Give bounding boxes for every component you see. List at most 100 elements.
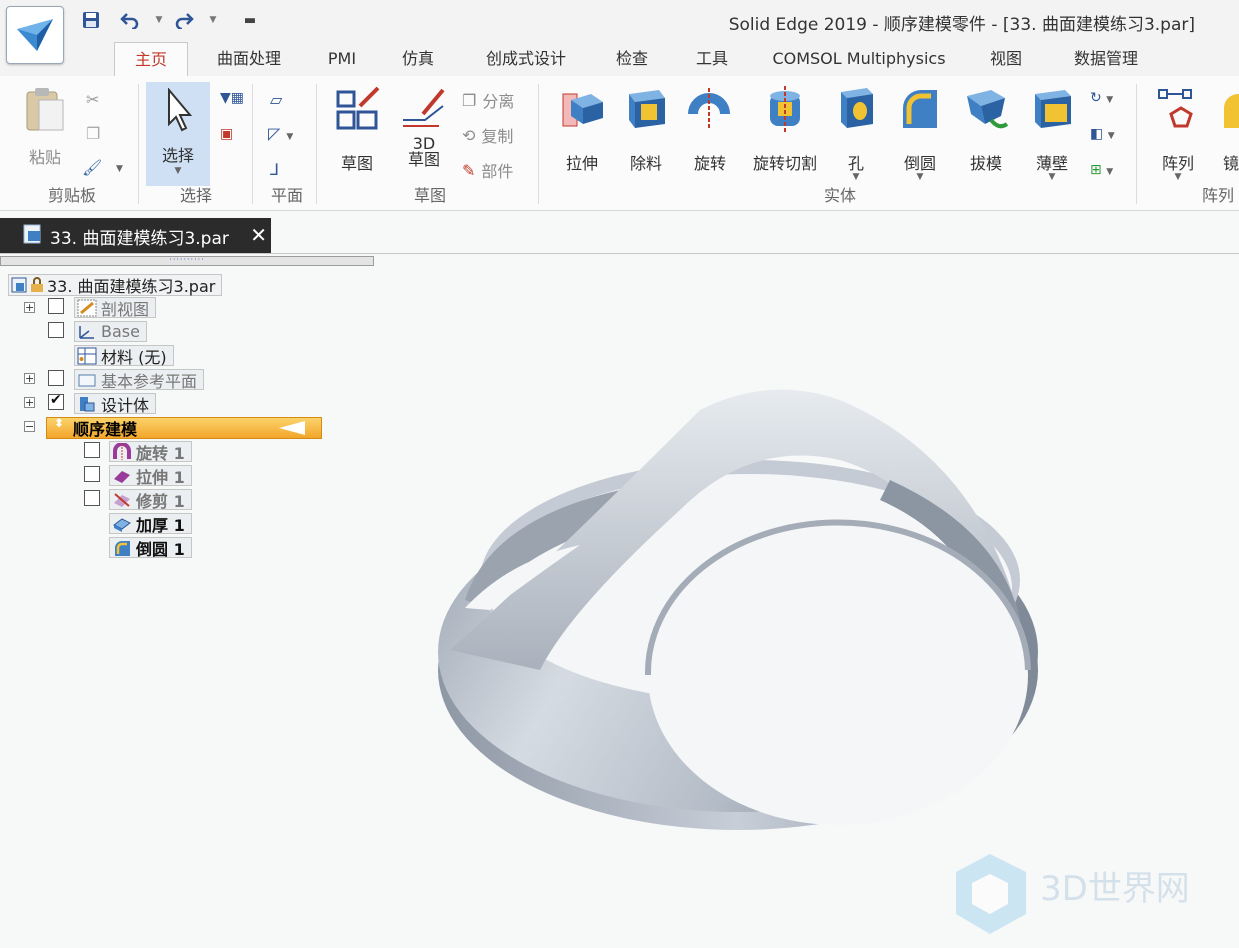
window-title: Solid Edge 2019 - 顺序建模零件 - [33. 曲面建模练习3.… [728, 15, 1195, 35]
visibility-checkbox[interactable] [84, 490, 100, 506]
extrude-button[interactable]: 拉伸 [552, 84, 612, 174]
paste-button[interactable]: 粘贴 [18, 84, 72, 168]
part-icon: ✎ [462, 160, 476, 180]
tab-inspect[interactable]: 检查 [606, 42, 658, 75]
tab-data-management[interactable]: 数据管理 [1062, 42, 1150, 75]
sketch-label: 草图 [340, 154, 373, 173]
thin-wall-button[interactable]: 薄壁 ▼ [1024, 84, 1080, 182]
expand-icon[interactable]: + [24, 373, 35, 384]
ribbon-tab-row: 主页 曲面处理 PMI 仿真 创成式设计 检查 工具 COMSOL Multip… [0, 42, 1239, 77]
tree-root-node[interactable]: 33. 曲面建模练习3.par [8, 274, 223, 296]
expand-icon[interactable]: + [24, 302, 35, 313]
solids-group-label: 实体 [823, 186, 856, 205]
tree-item-section-view[interactable]: 剖视图 [74, 297, 157, 319]
mirror-label: 镜 [1222, 154, 1239, 173]
revolve-button[interactable]: 旋转 [682, 84, 738, 174]
tree-item-thicken-1[interactable]: 加厚 1 [109, 513, 192, 535]
undo-icon[interactable] [118, 8, 142, 32]
select-button[interactable]: 选择 ▼ [146, 82, 210, 186]
ribbon: 粘贴 ✂ ❐ 🖌 ▼ 剪贴板 选择 ▼ ▼▦ ▣ 选择 ▱ ◸ ▼ ⅃ 平面 草图 [0, 76, 1239, 211]
app-logo[interactable] [6, 6, 64, 64]
tab-tools[interactable]: 工具 [686, 42, 738, 75]
coincident-plane-icon[interactable]: ◸ ▼ [268, 124, 293, 143]
save-icon[interactable] [80, 8, 102, 32]
tree-item-round-1[interactable]: 倒圆 1 [109, 537, 192, 559]
clipboard-dropdown-icon[interactable]: ▼ [116, 164, 123, 174]
tab-view[interactable]: 视图 [980, 42, 1032, 75]
cut-icon[interactable]: ✂ [86, 90, 99, 109]
sketch-button[interactable]: 草图 [326, 84, 388, 174]
extrude-surface-icon [114, 470, 130, 483]
part-label: 部件 [481, 162, 514, 181]
visibility-checkbox[interactable] [48, 370, 64, 386]
tree-item-base-planes[interactable]: 基本参考平面 [74, 369, 205, 391]
copy-icon[interactable]: ❐ [86, 124, 100, 143]
cutout-button[interactable]: 除料 [618, 84, 674, 174]
mirror-icon [1224, 94, 1239, 128]
plane-icon[interactable]: ▱ [270, 90, 282, 109]
format-painter-icon[interactable]: 🖌 [82, 158, 102, 177]
close-tab-icon[interactable]: ✕ [250, 223, 267, 247]
split-button[interactable]: ❐ 分离 [462, 88, 514, 112]
tree-item-trim-1[interactable]: 修剪 1 [109, 489, 192, 511]
watermark-text: 3D世界网 [1040, 869, 1190, 909]
tab-home[interactable]: 主页 [114, 42, 188, 77]
customize-icon[interactable]: ▬ [240, 8, 260, 32]
rollback-bar-icon[interactable] [279, 421, 305, 435]
redo-dropdown-icon[interactable]: ▼ [206, 8, 220, 32]
tree-item-label: 顺序建模 [73, 420, 138, 439]
collapse-icon[interactable]: − [24, 421, 35, 432]
tab-simulation[interactable]: 仿真 [392, 42, 444, 75]
hole-dropdown-icon: ▼ [852, 172, 860, 182]
rib-icon[interactable]: ◧ ▼ [1090, 126, 1115, 142]
pathfinder-splitter[interactable]: ·········· [0, 256, 374, 266]
plane-group-label: 平面 [270, 186, 303, 205]
hole-label: 孔 [847, 154, 864, 173]
undo-dropdown-icon[interactable]: ▼ [152, 8, 166, 32]
draft-button[interactable]: 拔模 [958, 84, 1014, 174]
copy-button[interactable]: ⟲ 复制 [462, 123, 513, 147]
select-tools-icon[interactable]: ▣ [220, 126, 233, 142]
tab-surfacing[interactable]: 曲面处理 [205, 42, 293, 75]
document-tab-label: 33. 曲面建模练习3.par [50, 228, 229, 249]
tree-item-base[interactable]: Base [74, 321, 147, 342]
hole-button[interactable]: 孔 ▼ [832, 84, 880, 182]
visibility-checkbox[interactable] [84, 466, 100, 482]
sketch-3d-button[interactable]: 3D 草图 [396, 84, 452, 168]
visibility-checkbox[interactable] [48, 322, 64, 338]
coordinate-system-icon[interactable]: ⅃ [270, 160, 279, 179]
mirror-button[interactable]: 镜 [1216, 84, 1239, 174]
round-icon [903, 90, 937, 128]
3d-part-model[interactable] [420, 370, 1060, 850]
tree-item-revolve-1[interactable]: 旋转 1 [109, 441, 192, 463]
tree-item-label: 剖视图 [101, 299, 150, 319]
separator [252, 84, 253, 204]
visibility-checkbox[interactable] [48, 392, 64, 410]
helix-icon[interactable]: ↻ ▼ [1090, 90, 1113, 106]
select-group-label: 选择 [179, 186, 212, 205]
redo-icon[interactable] [172, 8, 196, 32]
tree-item-label: 旋转 1 [136, 443, 185, 463]
hole-icon [841, 88, 873, 128]
tree-item-design-body[interactable]: 设计体 [74, 393, 157, 415]
add-body-icon[interactable]: ⊞ ▼ [1090, 162, 1113, 178]
pattern-button[interactable]: 阵列 ▼ [1148, 84, 1208, 182]
material-table-icon [77, 347, 97, 364]
document-tab[interactable]: 33. 曲面建模练习3.par ✕ [0, 218, 271, 254]
visibility-checkbox[interactable] [48, 298, 64, 314]
part-button[interactable]: ✎ 部件 [462, 158, 513, 182]
visibility-checkbox[interactable] [84, 442, 100, 458]
paste-icon [26, 88, 64, 131]
tree-item-material[interactable]: 材料 (无) [74, 345, 174, 367]
select-filter-icon[interactable]: ▼▦ [220, 90, 244, 106]
round-button[interactable]: 倒圆 ▼ [892, 84, 948, 182]
tab-comsol[interactable]: COMSOL Multiphysics [766, 42, 952, 75]
sketch-3d-label-line2: 草图 [407, 150, 440, 169]
tree-item-extrude-1[interactable]: 拉伸 1 [109, 465, 192, 487]
expand-icon[interactable]: + [24, 397, 35, 408]
tab-generative-design[interactable]: 创成式设计 [472, 42, 580, 75]
paste-label: 粘贴 [28, 148, 61, 167]
revolved-cutout-button[interactable]: 旋转切割 [746, 84, 824, 174]
tab-pmi[interactable]: PMI [318, 42, 366, 75]
tree-item-ordered-modeling[interactable]: ⬍ 顺序建模 [46, 417, 322, 439]
